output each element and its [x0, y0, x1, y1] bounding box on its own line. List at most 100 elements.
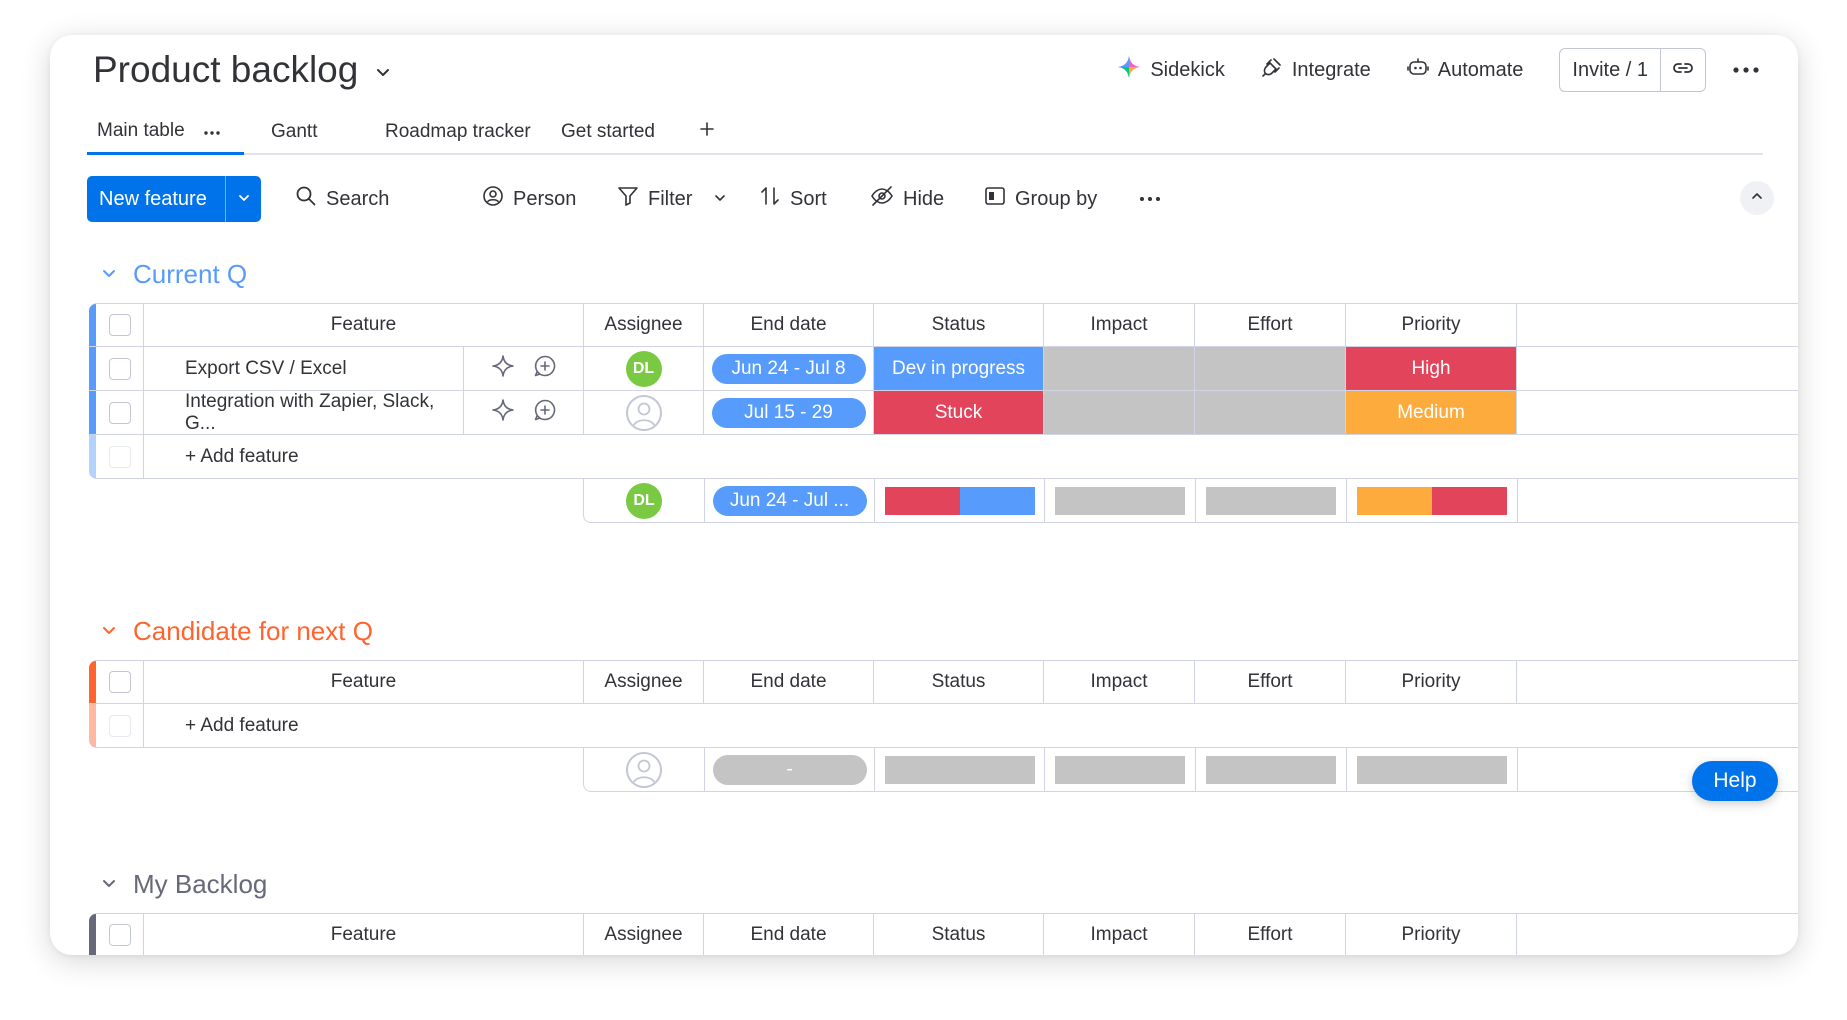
- table-row[interactable]: Export CSV / Excel DL Jun 24 - Jul 8 Dev…: [89, 347, 1798, 391]
- collapse-header-button[interactable]: [1740, 181, 1774, 215]
- sparkle-icon[interactable]: [491, 398, 515, 428]
- add-feature-row[interactable]: + Add feature: [89, 704, 1798, 748]
- end-date-cell[interactable]: Jul 15 - 29: [703, 391, 873, 434]
- filter-button[interactable]: Filter: [617, 176, 727, 222]
- new-feature-button[interactable]: New feature: [87, 176, 261, 222]
- column-header-status[interactable]: Status: [873, 661, 1043, 703]
- add-feature-row[interactable]: + Add feature: [89, 435, 1798, 479]
- column-header-assignee[interactable]: Assignee: [583, 914, 703, 955]
- column-header-effort[interactable]: Effort: [1194, 661, 1345, 703]
- sort-icon: [759, 185, 781, 213]
- sparkle-icon: [1117, 55, 1141, 85]
- row-checkbox[interactable]: [108, 357, 131, 380]
- column-header-impact[interactable]: Impact: [1043, 304, 1194, 346]
- integrate-button[interactable]: Integrate: [1261, 56, 1371, 84]
- column-header-end-date[interactable]: End date: [703, 914, 873, 955]
- sidekick-button[interactable]: Sidekick: [1117, 55, 1225, 85]
- search-button[interactable]: Search: [295, 176, 389, 222]
- effort-label: [1195, 347, 1345, 390]
- column-header-assignee[interactable]: Assignee: [583, 661, 703, 703]
- board-title[interactable]: Product backlog: [93, 47, 394, 93]
- invite-button[interactable]: Invite / 1: [1560, 49, 1661, 91]
- new-feature-dropdown[interactable]: [225, 176, 261, 222]
- status-cell[interactable]: Dev in progress: [873, 347, 1043, 390]
- tab-get-started[interactable]: Get started: [561, 109, 655, 155]
- column-header-priority[interactable]: Priority: [1345, 661, 1516, 703]
- person-filter-button[interactable]: Person: [482, 176, 576, 222]
- group-by-button[interactable]: Group by: [984, 176, 1097, 222]
- add-update-icon[interactable]: [533, 398, 557, 428]
- feature-cell[interactable]: Integration with Zapier, Slack, G...: [143, 391, 463, 434]
- column-header-impact[interactable]: Impact: [1043, 914, 1194, 955]
- column-header-priority[interactable]: Priority: [1345, 304, 1516, 346]
- new-feature-main[interactable]: New feature: [87, 176, 225, 222]
- invite-group: Invite / 1: [1559, 48, 1706, 92]
- empty-avatar-icon[interactable]: [625, 394, 662, 431]
- tab-main-table[interactable]: Main table: [87, 109, 244, 155]
- sparkle-icon[interactable]: [491, 354, 515, 384]
- impact-cell[interactable]: [1043, 347, 1194, 390]
- chevron-down-icon[interactable]: [99, 869, 119, 900]
- priority-distribution-bar: [1357, 486, 1507, 515]
- date-pill: Jun 24 - Jul ...: [712, 485, 867, 516]
- add-feature-input[interactable]: + Add feature: [143, 435, 1798, 478]
- tab-more-icon[interactable]: [203, 120, 221, 142]
- row-select-cell: [96, 347, 143, 390]
- add-view-button[interactable]: [699, 109, 715, 155]
- assignee-cell[interactable]: DL: [583, 347, 703, 390]
- select-all-checkbox[interactable]: [108, 314, 131, 336]
- group-header-candidate-next-q[interactable]: Candidate for next Q: [99, 611, 373, 651]
- group-title[interactable]: Current Q: [133, 259, 247, 290]
- chevron-down-icon[interactable]: [99, 259, 119, 290]
- column-header-assignee[interactable]: Assignee: [583, 304, 703, 346]
- select-all-checkbox[interactable]: [108, 671, 131, 693]
- automate-button[interactable]: Automate: [1406, 56, 1523, 84]
- help-button[interactable]: Help: [1692, 761, 1778, 801]
- column-header-feature[interactable]: Feature: [143, 304, 583, 346]
- sort-button[interactable]: Sort: [759, 176, 827, 222]
- feature-cell[interactable]: Export CSV / Excel: [143, 347, 463, 390]
- group-color-bar: [89, 347, 96, 390]
- column-header-feature[interactable]: Feature: [143, 914, 583, 955]
- effort-cell[interactable]: [1194, 391, 1345, 434]
- column-header-impact[interactable]: Impact: [1043, 661, 1194, 703]
- impact-cell[interactable]: [1043, 391, 1194, 434]
- tab-gantt[interactable]: Gantt: [271, 109, 317, 155]
- row-checkbox[interactable]: [108, 401, 131, 424]
- end-date-cell[interactable]: Jun 24 - Jul 8: [703, 347, 873, 390]
- integrate-label: Integrate: [1291, 58, 1371, 81]
- plus-icon: [699, 121, 715, 143]
- column-header-effort[interactable]: Effort: [1194, 304, 1345, 346]
- avatar[interactable]: DL: [625, 350, 662, 387]
- column-header-feature[interactable]: Feature: [143, 661, 583, 703]
- column-header-priority[interactable]: Priority: [1345, 914, 1516, 955]
- chevron-down-icon[interactable]: [713, 188, 727, 211]
- group-title[interactable]: Candidate for next Q: [133, 616, 373, 647]
- column-header-status[interactable]: Status: [873, 304, 1043, 346]
- tab-roadmap-tracker[interactable]: Roadmap tracker: [385, 109, 531, 155]
- effort-cell[interactable]: [1194, 347, 1345, 390]
- chevron-down-icon[interactable]: [99, 616, 119, 647]
- group-header-my-backlog[interactable]: My Backlog: [99, 864, 267, 904]
- more-menu-icon[interactable]: [1732, 66, 1760, 74]
- column-header-status[interactable]: Status: [873, 914, 1043, 955]
- group-header-current-q[interactable]: Current Q: [99, 254, 247, 294]
- toolbar-more-icon[interactable]: [1139, 176, 1161, 222]
- priority-cell[interactable]: High: [1345, 347, 1516, 390]
- add-update-icon[interactable]: [533, 354, 557, 384]
- chevron-down-icon[interactable]: [372, 61, 394, 83]
- assignee-cell[interactable]: [583, 391, 703, 434]
- column-header-effort[interactable]: Effort: [1194, 914, 1345, 955]
- status-distribution-bar: [884, 486, 1035, 515]
- status-cell[interactable]: Stuck: [873, 391, 1043, 434]
- table-row[interactable]: Integration with Zapier, Slack, G... Jul…: [89, 391, 1798, 435]
- add-feature-input[interactable]: + Add feature: [143, 704, 1798, 747]
- column-header-end-date[interactable]: End date: [703, 661, 873, 703]
- select-all-checkbox[interactable]: [108, 924, 131, 946]
- row-select-cell: [96, 435, 143, 478]
- priority-cell[interactable]: Medium: [1345, 391, 1516, 434]
- hide-button[interactable]: Hide: [870, 176, 944, 222]
- column-header-end-date[interactable]: End date: [703, 304, 873, 346]
- group-title[interactable]: My Backlog: [133, 869, 267, 900]
- copy-link-button[interactable]: [1661, 49, 1705, 91]
